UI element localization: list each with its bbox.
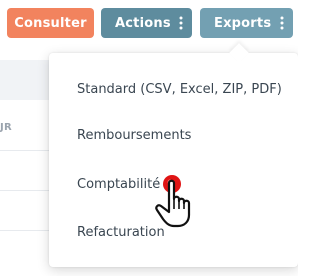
consulter-button[interactable]: Consulter [7,8,94,38]
menu-item-remboursements[interactable]: Remboursements [49,115,298,155]
kebab-vertical-icon [170,8,192,38]
menu-item-label: Remboursements [77,127,192,143]
exports-label: Exports [214,15,272,31]
hand-pointer-icon [155,175,191,228]
exports-dropdown-menu: Standard (CSV, Excel, ZIP, PDF) Rembours… [49,43,298,267]
menu-item-label: Standard (CSV, Excel, ZIP, PDF) [77,81,282,97]
exports-button[interactable]: Exports [200,8,293,38]
screen: JR Consulter Actions Exports Standard (C… [0,0,298,276]
consulter-label: Consulter [14,15,87,31]
menu-item-standard[interactable]: Standard (CSV, Excel, ZIP, PDF) [49,69,298,109]
actions-label: Actions [115,15,171,31]
actions-button[interactable]: Actions [101,8,192,38]
menu-item-label: Refacturation [77,224,165,240]
kebab-vertical-icon [271,8,293,38]
menu-item-label: Comptabilité [77,176,161,192]
dropdown-caret [229,43,249,63]
column-header: JR [0,122,13,133]
